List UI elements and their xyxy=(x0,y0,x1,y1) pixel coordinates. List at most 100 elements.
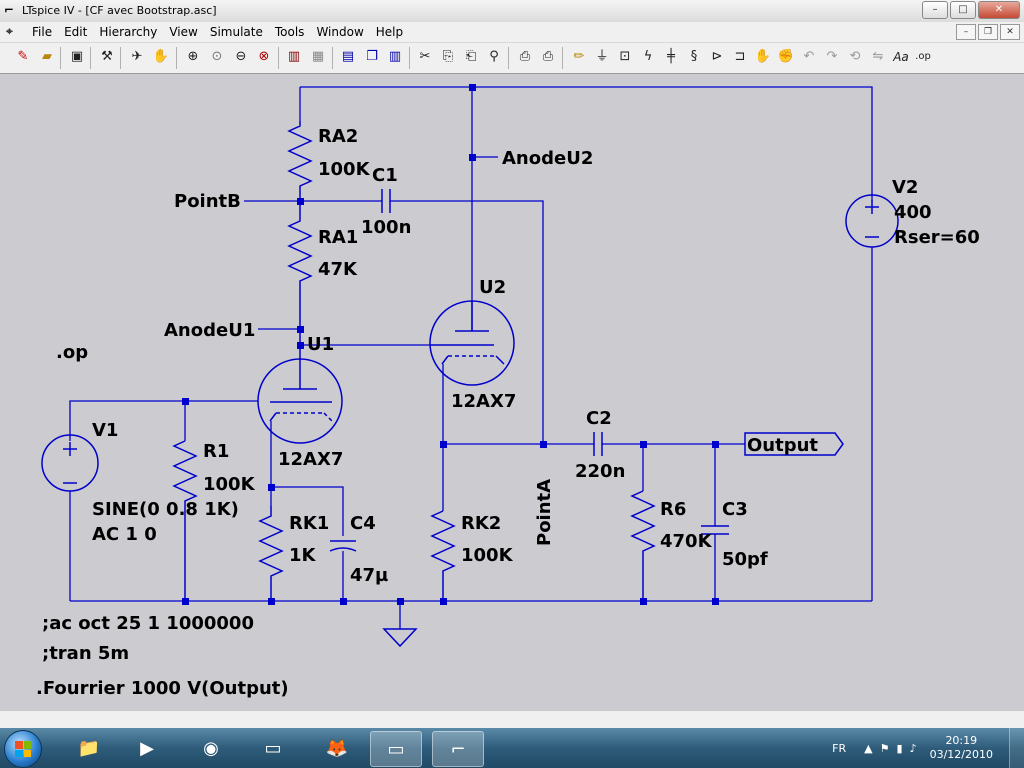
close-button[interactable]: ✕ xyxy=(978,1,1020,19)
resistor-r6[interactable] xyxy=(630,490,656,601)
taskbar: 📁 ▶ ◉ ▭ 🦊 ▭ ⌐ FR ▲ ⚑ ▮ ♪ 20:19 03/12/201… xyxy=(0,728,1024,768)
window-controls: – □ ✕ xyxy=(922,1,1020,19)
media-player-task-icon[interactable]: ▶ xyxy=(122,731,172,765)
menu-view[interactable]: View xyxy=(163,25,203,39)
label-c1-value: 100n xyxy=(361,217,411,238)
print-icon[interactable]: ⎙ xyxy=(539,48,557,66)
resistor-r1[interactable] xyxy=(172,440,198,601)
save-icon[interactable]: ▣ xyxy=(68,48,86,66)
cut-icon[interactable]: ✂ xyxy=(416,48,434,66)
label-v1-ac: AC 1 0 xyxy=(92,524,157,545)
windows-logo-icon xyxy=(15,741,31,757)
undo-icon[interactable]: ↶ xyxy=(800,48,818,66)
resistor-rk1[interactable] xyxy=(258,506,284,601)
control-panel-icon[interactable]: ⚒ xyxy=(98,48,116,66)
autoscale-icon[interactable]: ▥ xyxy=(285,48,303,66)
menu-simulate[interactable]: Simulate xyxy=(204,25,269,39)
run-icon[interactable]: ✈ xyxy=(128,48,146,66)
resistor-rk2[interactable] xyxy=(430,510,456,601)
component-icon[interactable]: ⊐ xyxy=(731,48,749,66)
tile-horizontal-icon[interactable]: ▤ xyxy=(339,48,357,66)
capacitor-c2[interactable] xyxy=(593,432,603,456)
label-anodeu2: AnodeU2 xyxy=(502,148,593,169)
label-rk2-value: 100K xyxy=(461,545,514,566)
label-c2: C2 xyxy=(586,408,612,429)
mdi-restore-button[interactable]: ❐ xyxy=(978,24,998,40)
capacitor-c4[interactable] xyxy=(329,540,357,552)
menu-window[interactable]: Window xyxy=(310,25,369,39)
inductor-icon[interactable]: § xyxy=(685,48,703,66)
minimize-button[interactable]: – xyxy=(922,1,948,19)
app-task-icon[interactable]: ◉ xyxy=(186,731,236,765)
document-icon[interactable]: ⌖ xyxy=(6,24,13,39)
redo-icon[interactable]: ↷ xyxy=(823,48,841,66)
label-r6: R6 xyxy=(660,499,686,520)
label-c4-value: 47µ xyxy=(350,565,388,586)
print-setup-icon[interactable]: ⎙ xyxy=(516,48,534,66)
resistor-icon[interactable]: ϟ xyxy=(639,48,657,66)
zoom-pan-icon[interactable]: ⊙ xyxy=(208,48,226,66)
clock[interactable]: 20:19 03/12/2010 xyxy=(930,734,993,762)
capacitor-icon[interactable]: ╪ xyxy=(662,48,680,66)
menu-hierarchy[interactable]: Hierarchy xyxy=(93,25,163,39)
text-icon[interactable]: Aa xyxy=(892,48,910,66)
halt-icon[interactable]: ✋ xyxy=(152,48,170,66)
firefox-task-icon[interactable]: 🦊 xyxy=(312,731,362,765)
mirror-icon[interactable]: ⇋ xyxy=(869,48,887,66)
label-anodeu1: AnodeU1 xyxy=(164,320,255,341)
show-hidden-icons-icon[interactable]: ▲ xyxy=(864,742,872,755)
capacitor-c1[interactable] xyxy=(381,189,391,213)
menu-file[interactable]: File xyxy=(26,25,58,39)
schematic-canvas[interactable]: RA2 100K C1 100n PointB AnodeU2 RA1 47K … xyxy=(0,73,1024,711)
menu-help[interactable]: Help xyxy=(370,25,409,39)
ground-icon[interactable]: ⏚ xyxy=(593,48,611,66)
zoom-fit-icon[interactable]: ⊗ xyxy=(255,48,273,66)
ltspice-app-icon[interactable]: ⌐ xyxy=(4,3,14,17)
resistor-ra2[interactable] xyxy=(287,121,313,201)
copy-icon[interactable]: ⎘ xyxy=(439,48,457,66)
wire-icon[interactable]: ✏ xyxy=(570,48,588,66)
window-task-icon[interactable]: ▭ xyxy=(248,731,298,765)
mdi-minimize-button[interactable]: – xyxy=(956,24,976,40)
find-icon[interactable]: ⚲ xyxy=(485,48,503,66)
rotate-icon[interactable]: ⟲ xyxy=(846,48,864,66)
window-switcher-task-icon[interactable]: ▭ xyxy=(370,731,422,767)
zoom-out-icon[interactable]: ⊖ xyxy=(232,48,250,66)
label-ra2: RA2 xyxy=(318,126,358,147)
diode-icon[interactable]: ⊳ xyxy=(708,48,726,66)
new-schematic-icon[interactable]: ✎ xyxy=(14,48,32,66)
voltage-source-v2[interactable] xyxy=(845,194,899,248)
label-v2: V2 xyxy=(892,177,918,198)
grid-icon[interactable]: ▦ xyxy=(309,48,327,66)
volume-icon[interactable]: ♪ xyxy=(910,742,917,755)
resistor-ra1[interactable] xyxy=(287,201,313,345)
schematic-drawing[interactable]: RA2 100K C1 100n PointB AnodeU2 RA1 47K … xyxy=(0,74,1024,711)
label-v2-value: 400 xyxy=(894,202,932,223)
ltspice-task-icon[interactable]: ⌐ xyxy=(432,731,484,767)
label-c2-value: 220n xyxy=(575,461,625,482)
zoom-in-icon[interactable]: ⊕ xyxy=(184,48,202,66)
move-icon[interactable]: ✋ xyxy=(754,48,772,66)
ground-symbol[interactable] xyxy=(382,628,418,648)
explorer-task-icon[interactable]: 📁 xyxy=(64,731,114,765)
menu-tools[interactable]: Tools xyxy=(269,25,311,39)
label-r6-value: 470K xyxy=(660,531,713,552)
open-icon[interactable]: ▰ xyxy=(38,48,56,66)
drag-icon[interactable]: ✊ xyxy=(777,48,795,66)
voltage-source-v1[interactable] xyxy=(41,434,99,492)
label-c3-value: 50pf xyxy=(722,549,768,570)
start-button[interactable] xyxy=(4,730,42,768)
label-net-icon[interactable]: ⊡ xyxy=(616,48,634,66)
cascade-icon[interactable]: ❐ xyxy=(363,48,381,66)
action-center-icon[interactable]: ⚑ xyxy=(880,742,890,755)
maximize-button[interactable]: □ xyxy=(950,1,976,19)
network-icon[interactable]: ▮ xyxy=(897,742,903,755)
spice-directive-icon[interactable]: .op xyxy=(914,48,932,66)
paste-icon[interactable]: ⎗ xyxy=(462,48,480,66)
label-output: Output xyxy=(747,435,818,456)
show-desktop-button[interactable] xyxy=(1009,728,1024,768)
menu-edit[interactable]: Edit xyxy=(58,25,93,39)
language-indicator[interactable]: FR xyxy=(832,742,846,755)
mdi-close-button[interactable]: ✕ xyxy=(1000,24,1020,40)
tile-vertical-icon[interactable]: ▥ xyxy=(386,48,404,66)
